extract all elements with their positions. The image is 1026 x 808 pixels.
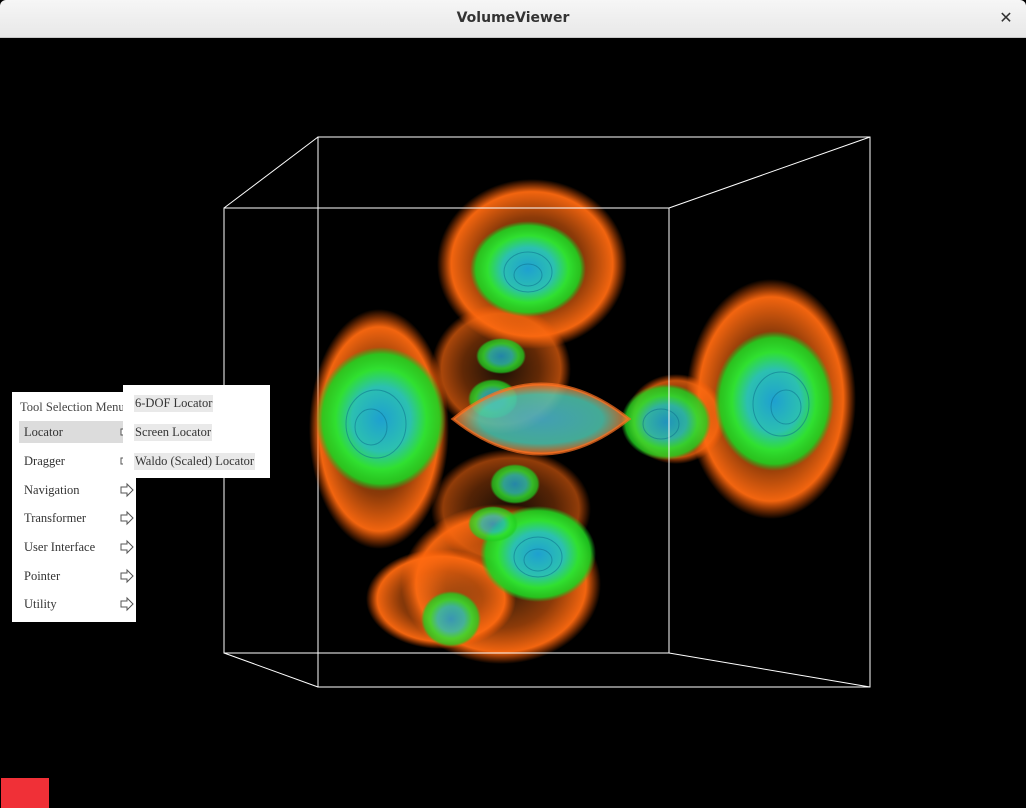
menu-item-label: Locator	[24, 425, 63, 439]
submenu-item-label: Waldo (Scaled) Locator	[134, 453, 256, 470]
window-title: VolumeViewer	[456, 10, 570, 26]
locator-submenu: 6-DOF Locator Screen Locator Waldo (Scal…	[123, 385, 270, 478]
submenu-arrow-icon	[120, 568, 134, 584]
menu-title: Tool Selection Menu	[20, 400, 125, 414]
menu-item-label: Utility	[24, 597, 57, 611]
menu-item-navigation[interactable]: Navigation	[19, 479, 134, 501]
menu-item-dragger[interactable]: Dragger	[19, 450, 134, 472]
menu-item-user-interface[interactable]: User Interface	[19, 536, 134, 558]
submenu-item-label: 6-DOF Locator	[134, 395, 214, 412]
menu-item-pointer[interactable]: Pointer	[19, 565, 134, 587]
app-window: VolumeViewer ✕ Tool Selection Menu Locat…	[0, 0, 1026, 808]
menu-item-label: Transformer	[24, 511, 87, 525]
submenu-arrow-icon	[120, 482, 134, 498]
submenu-item-waldo-locator[interactable]: Waldo (Scaled) Locator	[134, 453, 256, 475]
menu-item-label: User Interface	[24, 540, 96, 554]
tool-selection-menu: Tool Selection Menu Locator Dragger Navi…	[12, 392, 136, 622]
menu-item-label: Pointer	[24, 569, 61, 583]
submenu-item-screen-locator[interactable]: Screen Locator	[134, 424, 213, 446]
close-icon[interactable]: ✕	[996, 8, 1016, 28]
submenu-item-6dof-locator[interactable]: 6-DOF Locator	[134, 395, 214, 417]
submenu-arrow-icon	[120, 596, 134, 612]
menu-item-transformer[interactable]: Transformer	[19, 507, 134, 529]
submenu-arrow-icon	[120, 539, 134, 555]
title-bar[interactable]: VolumeViewer ✕	[0, 0, 1026, 38]
menu-item-utility[interactable]: Utility	[19, 593, 134, 615]
menu-item-locator[interactable]: Locator	[19, 421, 134, 443]
menu-item-label: Dragger	[24, 454, 65, 468]
menu-item-label: Navigation	[24, 483, 80, 497]
submenu-item-label: Screen Locator	[134, 424, 213, 441]
status-indicator	[1, 778, 49, 808]
submenu-arrow-icon	[120, 510, 134, 526]
